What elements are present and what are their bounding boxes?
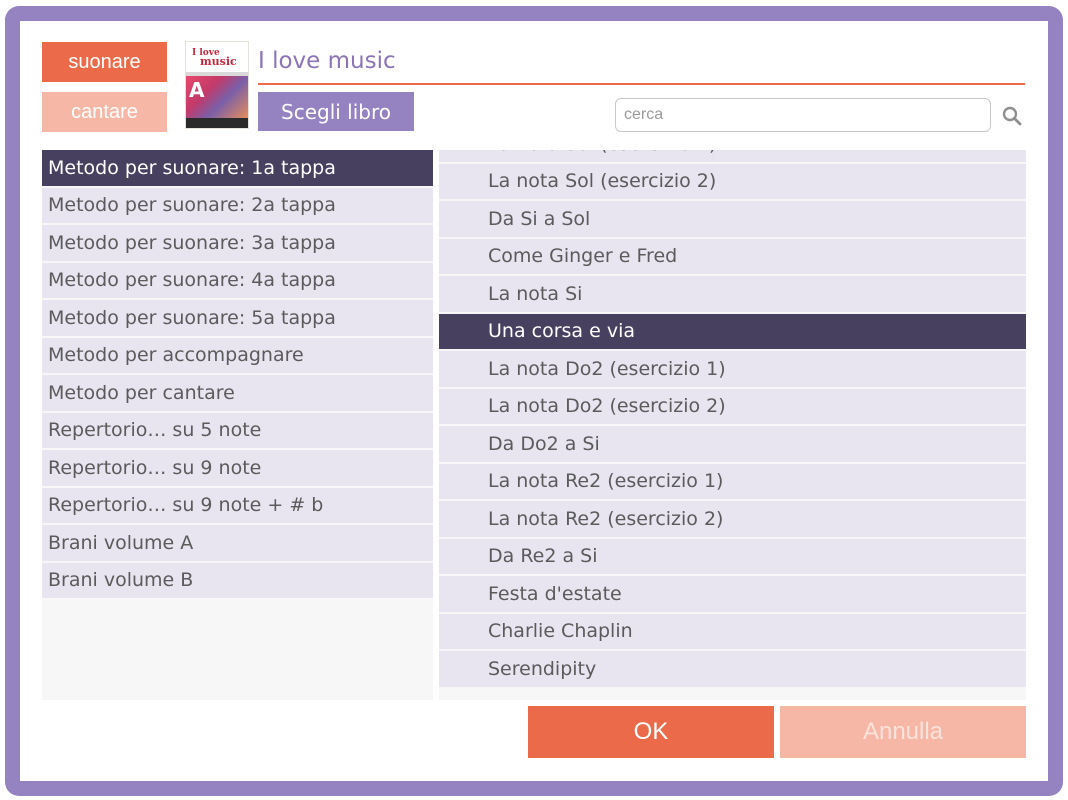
section-list[interactable]: Metodo per suonare: 1a tappa Metodo per s… <box>42 150 433 700</box>
section-list-item[interactable]: Repertorio… su 9 note <box>42 450 433 486</box>
section-list-item[interactable]: Brani volume B <box>42 562 433 598</box>
section-list-item[interactable]: Metodo per suonare: 2a tappa <box>42 187 433 223</box>
section-list-item[interactable]: Metodo per accompagnare <box>42 337 433 373</box>
ok-button[interactable]: OK <box>528 706 774 758</box>
book-cover-image: I love music A <box>186 42 248 128</box>
song-list-item[interactable]: La nota Sol (esercizio 2) <box>439 163 1026 199</box>
section-list-item[interactable]: Repertorio… su 9 note + # b <box>42 487 433 523</box>
song-list-item[interactable]: Da Re2 a Si <box>439 538 1026 574</box>
choose-book-button[interactable]: Scegli libro <box>258 92 414 131</box>
song-list-item[interactable]: La nota Sol (esercizio 1) <box>439 150 1026 162</box>
section-list-item[interactable]: Metodo per suonare: 3a tappa <box>42 225 433 261</box>
book-title: I love music <box>258 48 396 74</box>
section-list-item[interactable]: Metodo per cantare <box>42 375 433 411</box>
play-mode-button[interactable]: suonare <box>42 42 167 82</box>
song-list-item[interactable]: La nota Re2 (esercizio 1) <box>439 463 1026 499</box>
cancel-button[interactable]: Annulla <box>780 706 1026 758</box>
cover-title-line2: music <box>200 55 237 68</box>
song-list-item[interactable]: Charlie Chaplin <box>439 613 1026 649</box>
search-input[interactable] <box>615 98 991 132</box>
song-list-items: La nota Sol (esercizio 1)La nota Sol (es… <box>439 150 1026 689</box>
song-list[interactable]: La nota Sol (esercizio 1)La nota Sol (es… <box>439 150 1026 700</box>
cover-bottom-strip <box>186 118 248 128</box>
song-list-item[interactable]: Come Ginger e Fred <box>439 238 1026 274</box>
search-icon[interactable] <box>1000 104 1024 128</box>
song-list-item[interactable]: La nota Do2 (esercizio 1) <box>439 351 1026 387</box>
title-underline <box>258 83 1025 85</box>
section-list-item[interactable]: Metodo per suonare: 5a tappa <box>42 300 433 336</box>
song-list-item[interactable]: Festa d'estate <box>439 576 1026 612</box>
section-list-item[interactable]: Brani volume A <box>42 525 433 561</box>
section-list-item[interactable]: Metodo per suonare: 4a tappa <box>42 262 433 298</box>
song-list-item[interactable]: La nota Si <box>439 276 1026 312</box>
song-list-item[interactable]: Serendipity <box>439 651 1026 687</box>
section-list-item[interactable]: Repertorio… su 5 note <box>42 412 433 448</box>
song-list-item[interactable]: La nota Do2 (esercizio 2) <box>439 388 1026 424</box>
cover-volume-letter: A <box>189 78 205 102</box>
sing-mode-button[interactable]: cantare <box>42 92 167 132</box>
song-list-item[interactable]: Una corsa e via <box>439 313 1026 349</box>
section-list-items: Metodo per suonare: 1a tappa Metodo per s… <box>42 150 433 600</box>
song-list-item[interactable]: Da Si a Sol <box>439 201 1026 237</box>
song-list-item[interactable]: Da Do2 a Si <box>439 426 1026 462</box>
section-list-item[interactable]: Metodo per suonare: 1a tappa <box>42 150 433 186</box>
song-list-item[interactable]: La nota Re2 (esercizio 2) <box>439 501 1026 537</box>
